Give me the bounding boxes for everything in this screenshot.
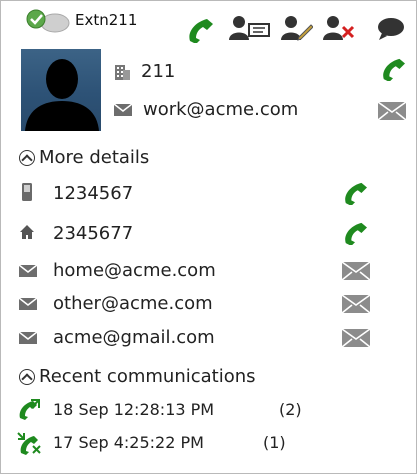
send-email-icon[interactable] <box>341 328 371 348</box>
contact-card: Extn211 211 work@acme.com More details 1… <box>0 0 417 474</box>
missed-call-icon <box>17 432 41 455</box>
recent-item-1-count: (2) <box>279 400 302 419</box>
recent-communications-label[interactable]: Recent communications <box>39 366 256 388</box>
contact-title: Extn211 <box>75 11 138 29</box>
call-extension-icon[interactable] <box>379 57 407 81</box>
extension-number: 211 <box>141 61 176 82</box>
recent-item-2-count: (1) <box>263 433 286 452</box>
call-mobile-icon[interactable] <box>341 181 369 205</box>
recent-item-2-text[interactable]: 17 Sep 4:25:22 PM <box>53 432 204 454</box>
recent-communications-toggle-icon[interactable] <box>19 369 35 385</box>
outgoing-call-icon <box>19 399 40 420</box>
send-email-icon[interactable] <box>341 261 371 281</box>
contact-info-icon[interactable] <box>229 15 271 41</box>
home-icon <box>20 225 34 239</box>
mobile-phone-icon <box>22 183 32 201</box>
gmail-email[interactable]: acme@gmail.com <box>53 327 215 349</box>
other-email[interactable]: other@acme.com <box>53 293 213 315</box>
mobile-number: 1234567 <box>53 183 134 204</box>
call-home-icon[interactable] <box>341 221 369 245</box>
edit-contact-icon[interactable] <box>281 15 313 41</box>
building-icon <box>115 65 130 80</box>
envelope-icon <box>18 331 38 344</box>
work-email[interactable]: work@acme.com <box>143 99 298 121</box>
more-details-label[interactable]: More details <box>39 147 149 169</box>
envelope-icon <box>18 264 38 277</box>
chat-icon[interactable] <box>376 17 406 41</box>
presence-icon <box>26 9 70 33</box>
envelope-icon <box>113 103 133 116</box>
avatar <box>21 49 101 131</box>
call-icon[interactable] <box>185 17 215 43</box>
home-email[interactable]: home@acme.com <box>53 260 216 282</box>
envelope-icon <box>18 297 38 310</box>
home-phone-number: 2345677 <box>53 223 134 244</box>
remove-contact-icon[interactable] <box>323 15 357 41</box>
send-email-icon[interactable] <box>377 101 407 121</box>
recent-item-1-text[interactable]: 18 Sep 12:28:13 PM <box>53 399 214 421</box>
send-email-icon[interactable] <box>341 294 371 314</box>
person-silhouette-icon <box>25 59 99 131</box>
more-details-toggle-icon[interactable] <box>19 150 35 166</box>
